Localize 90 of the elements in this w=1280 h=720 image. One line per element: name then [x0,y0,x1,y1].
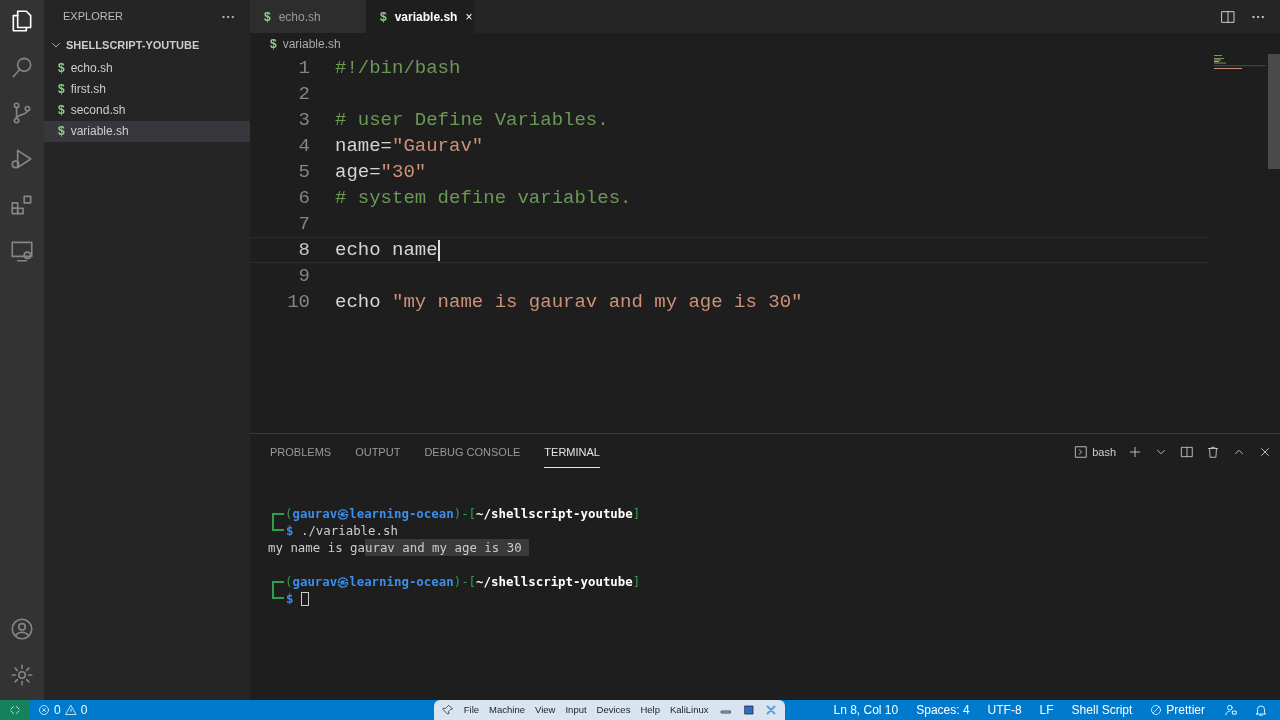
explorer-entry[interactable]: $ second.sh [44,99,250,121]
text-cursor [437,239,440,261]
line-number: 3 [297,107,310,133]
code-line: # system define variables. [335,185,632,211]
command-text: ./variable.sh [300,522,398,539]
prompt-text: (gaurav㉿learning-ocean)-[~/shellscript-youtube] [285,573,641,590]
folder-item[interactable]: SHELLSCRIPT-YOUTUBE [44,33,250,58]
breadcrumb-item[interactable]: variable.sh [282,34,341,53]
sidebar-title: EXPLORER [63,9,123,25]
minimap[interactable] [1214,54,1266,70]
code-line: name="Gaurav" [335,133,484,159]
status-item[interactable]: LF [1030,701,1063,719]
prompt-frame-line [272,581,284,590]
line-number: 5 [297,159,310,185]
vm-menu-item[interactable]: Input [565,702,587,718]
editor-tab[interactable]: $ echo.sh [250,0,366,33]
explorer-entry[interactable]: $ echo.sh [44,57,250,79]
problems-button[interactable]: 0 0 [38,701,88,719]
code-line: echo "my name is gaurav and my age is 30" [335,289,803,315]
code-line: age="30" [335,159,427,185]
panel-tab[interactable]: OUTPUT [355,436,401,468]
prompt-frame-line [272,590,284,599]
prompt-frame-line [272,522,284,531]
prompt-sign: $ [286,522,294,539]
explorer-entry[interactable]: $ first.sh [44,78,250,100]
line-number: 4 [297,133,310,159]
terminal-icon [1074,445,1089,459]
scrollbar-thumb[interactable] [1268,54,1280,169]
file-type-icon: $ [58,122,65,140]
vm-menu-item[interactable]: Machine [489,702,526,718]
file-type-icon: $ [58,59,65,77]
code-line: #!/bin/bash [335,55,461,81]
vm-menu-item[interactable]: View [535,702,556,718]
line-number: 8 [297,237,310,263]
restore-icon[interactable] [742,704,755,716]
file-type-icon: $ [58,101,65,119]
vm-menu-item[interactable]: Help [640,702,660,718]
tab-label: variable.sh [394,8,458,26]
trash-icon[interactable] [1206,445,1220,459]
file-name: variable.sh [70,123,129,140]
add-icon[interactable] [1128,445,1142,459]
file-name: first.sh [70,81,107,98]
file-type-icon: $ [380,7,387,26]
status-item[interactable]: Shell Script [1062,701,1142,719]
vm-menu-item[interactable]: Devices [596,702,631,718]
error-icon [38,704,50,716]
close-icon[interactable] [1258,445,1272,459]
account-icon[interactable] [9,616,35,642]
file-name: second.sh [70,102,126,119]
status-item[interactable]: Spaces: 4 [907,701,979,719]
bell-icon[interactable] [1254,703,1268,717]
line-number: 9 [297,263,310,289]
close-icon[interactable]: × [465,7,473,26]
prompt-text: (gaurav㉿learning-ocean)-[~/shellscript-youtube] [285,505,641,522]
explorer-entry[interactable]: $ variable.sh [44,120,250,142]
folder-name: SHELLSCRIPT-YOUTUBE [66,38,200,53]
prettier-button[interactable]: Prettier [1141,701,1214,719]
terminal-selector[interactable]: bash [1074,443,1116,461]
panel-tab[interactable]: PROBLEMS [270,436,332,468]
file-name: echo.sh [70,60,113,77]
status-item[interactable]: UTF-8 [978,701,1031,719]
warning-icon [64,704,77,716]
output-text: my name is ga [268,539,365,556]
remote-icon [9,704,21,716]
prompt-frame-line [272,513,284,522]
code-line: # user Define Variables. [335,107,609,133]
line-number: 1 [297,55,310,81]
line-number: 7 [297,211,310,237]
split-terminal-icon[interactable] [1180,445,1194,459]
code-line: echo name [335,237,438,263]
vm-name: KaliLinux [669,702,709,717]
line-number: 6 [297,185,310,211]
selected-output-text: urav and my age is 30 [365,539,530,556]
split-editor-icon[interactable] [1220,8,1236,25]
tab-label: echo.sh [278,8,321,26]
vm-menu-item[interactable]: File [463,702,480,718]
panel-tab[interactable]: DEBUG CONSOLE [424,436,521,468]
file-type-icon: $ [58,80,65,98]
pin-icon[interactable] [441,704,454,716]
prompt-sign: $ [286,590,294,607]
prohibited-icon [1150,704,1163,716]
editor-tab[interactable]: $ variable.sh × [366,0,474,33]
status-item[interactable]: Ln 8, Col 10 [824,701,908,719]
line-number: 2 [297,81,310,107]
file-type-icon: $ [264,7,271,26]
file-type-icon: $ [270,34,277,53]
panel-tab[interactable]: TERMINAL [544,436,600,468]
feedback-icon[interactable] [1224,703,1238,717]
settings-icon[interactable] [9,662,35,688]
line-number: 10 [286,289,310,315]
